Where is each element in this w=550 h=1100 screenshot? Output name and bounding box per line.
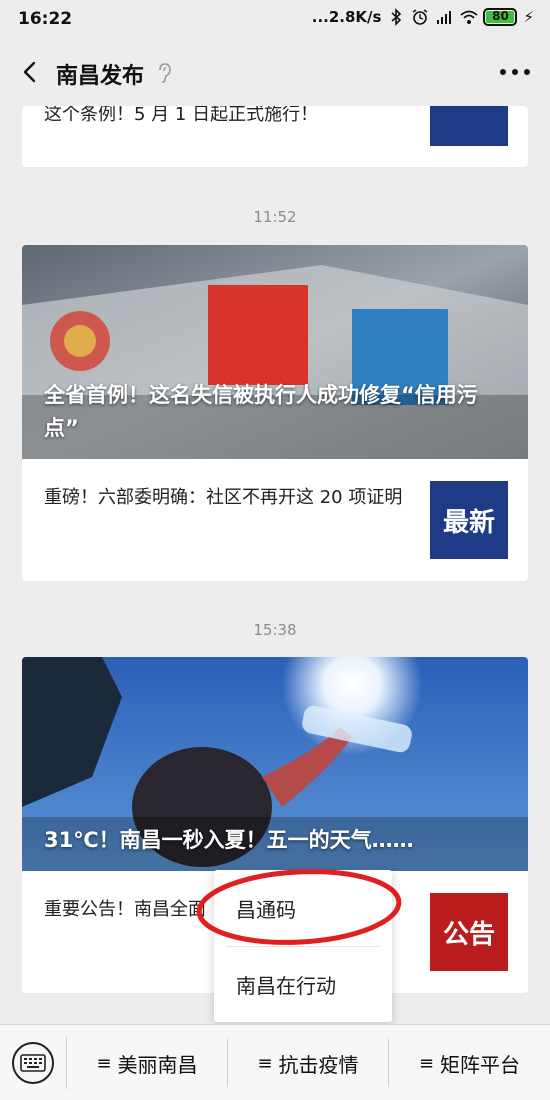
article-thumbnail	[430, 106, 508, 146]
keyboard-toggle-button[interactable]	[12, 1042, 54, 1084]
menu-tab-label: 美丽南昌	[117, 1052, 198, 1077]
hero-article[interactable]: 全省首例！这名失信被执行人成功修复“信用污点”	[22, 245, 528, 459]
charging-icon: ⚡	[523, 8, 534, 26]
more-dot	[524, 69, 530, 75]
alarm-clock-icon	[411, 8, 429, 26]
menu-tab-fight-epidemic[interactable]: ≡ 抗击疫情	[228, 1025, 388, 1100]
more-options-button[interactable]	[500, 60, 530, 84]
sub-article[interactable]: 重磅！六部委明确：社区不再开这 20 项证明 最新	[22, 459, 528, 581]
status-time: 16:22	[18, 9, 73, 29]
article-title: 这个条例！5 月 1 日起正式施行！	[44, 106, 319, 125]
article-card-partial[interactable]: 这个条例！5 月 1 日起正式施行！	[22, 106, 528, 167]
status-icons: ...2.8K/s 80 ⚡	[312, 8, 534, 26]
page-title: 南昌发布	[56, 64, 145, 89]
keyboard-icon	[20, 1054, 46, 1072]
chat-header: 南昌发布	[0, 40, 550, 106]
menu-list-icon: ≡	[257, 1052, 273, 1074]
hd-signal-icon	[435, 8, 453, 26]
hero-title: 全省首例！这名失信被执行人成功修复“信用污点”	[44, 383, 478, 440]
sub-article-title: 重磅！六部委明确：社区不再开这 20 项证明	[44, 487, 403, 508]
wifi-icon	[459, 8, 479, 26]
chevron-left-icon	[23, 61, 36, 83]
menu-tab-matrix-platform[interactable]: ≡ 矩阵平台	[389, 1025, 550, 1100]
battery-icon: 80	[483, 8, 518, 26]
menu-tab-meili-nanchang[interactable]: ≡ 美丽南昌	[67, 1025, 227, 1100]
article-card: 全省首例！这名失信被执行人成功修复“信用污点” 重磅！六部委明确：社区不再开这 …	[22, 245, 528, 581]
hero-title: 31℃！南昌一秒入夏！五一的天气……	[44, 828, 414, 852]
bottom-menu-bar: ≡ 美丽南昌 ≡ 抗击疫情 ≡ 矩阵平台	[0, 1024, 550, 1100]
sub-article-thumbnail: 公告	[430, 893, 508, 971]
status-bar: 16:22 ...2.8K/s 80 ⚡	[0, 0, 550, 40]
bluetooth-icon	[387, 8, 405, 26]
menu-list-icon: ≡	[418, 1052, 435, 1074]
network-speed: ...2.8K/s	[311, 8, 382, 26]
popup-item-nanchang-action[interactable]: 南昌在行动	[214, 946, 392, 1022]
ear-icon	[157, 62, 173, 84]
back-button[interactable]	[14, 54, 48, 90]
message-timestamp: 11:52	[253, 208, 297, 226]
more-dot	[500, 69, 506, 75]
menu-tab-label: 抗击疫情	[278, 1052, 359, 1077]
sub-article-thumbnail: 最新	[430, 481, 508, 559]
more-dot	[512, 69, 518, 75]
menu-popup: 昌通码 南昌在行动	[214, 870, 392, 1022]
message-timestamp: 15:38	[253, 621, 297, 639]
menu-list-icon: ≡	[96, 1052, 112, 1074]
hero-article[interactable]: 31℃！南昌一秒入夏！五一的天气……	[22, 657, 528, 871]
menu-tab-label: 矩阵平台	[440, 1052, 521, 1077]
popup-item-changtongma[interactable]: 昌通码	[214, 870, 392, 946]
battery-level: 80	[492, 9, 509, 23]
